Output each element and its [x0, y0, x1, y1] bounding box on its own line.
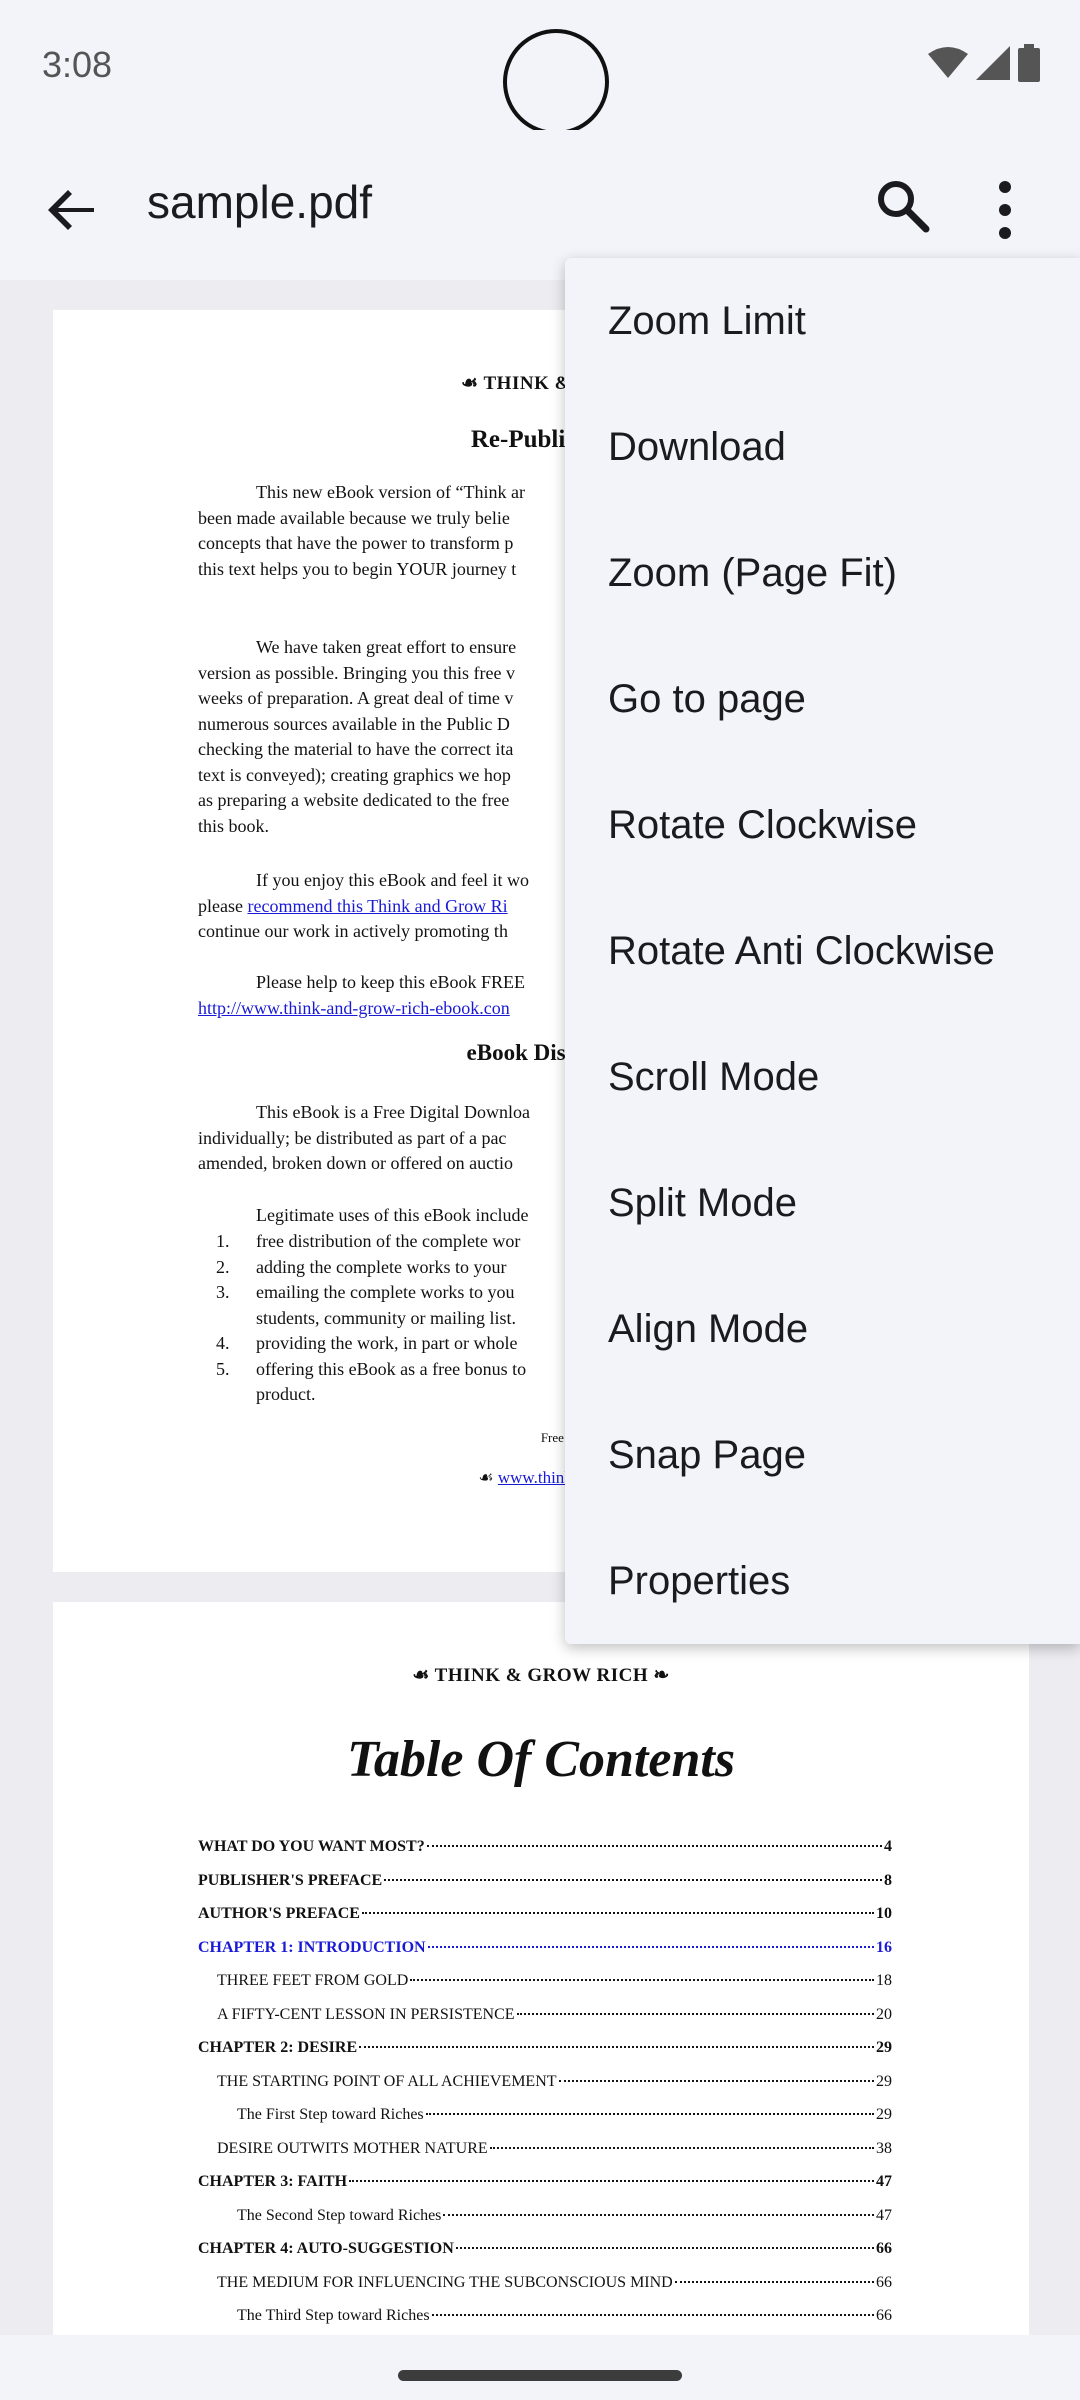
toc-leader	[359, 2046, 874, 2048]
toc-page-number: 29	[876, 2039, 892, 2056]
toc-page-number: 66	[876, 2273, 892, 2291]
ornament-icon: ❧	[648, 1665, 670, 1686]
status-bar: 3:08	[0, 0, 1080, 135]
signal-icon	[976, 46, 1010, 80]
toc-label: AUTHOR'S PREFACE	[198, 1905, 360, 1922]
search-icon[interactable]	[872, 175, 932, 235]
toc-row[interactable]: PUBLISHER'S PREFACE 8	[198, 1872, 892, 1906]
menu-item-download[interactable]: Download	[565, 384, 1080, 510]
toc-row[interactable]: THE STARTING POINT OF ALL ACHIEVEMENT 29	[198, 2073, 892, 2107]
toc-leader	[489, 2146, 874, 2149]
toc-leader	[443, 2213, 874, 2216]
table-of-contents: WHAT DO YOU WANT MOST? 4 PUBLISHER'S PREFA…	[198, 1838, 892, 2335]
toc-label: WHAT DO YOU WANT MOST?	[198, 1838, 425, 1855]
toc-row[interactable]: The Third Step toward Riches 66	[198, 2307, 892, 2335]
navigation-bar	[0, 2335, 1080, 2400]
menu-item-align-mode[interactable]: Align Mode	[565, 1266, 1080, 1392]
toc-row[interactable]: CHAPTER 1: INTRODUCTION 16	[198, 1939, 892, 1973]
menu-item-rotate-anti-clockwise[interactable]: Rotate Anti Clockwise	[565, 888, 1080, 1014]
menu-item-go-to-page[interactable]: Go to page	[565, 636, 1080, 762]
camera-cutout	[503, 29, 609, 135]
overflow-menu: Zoom Limit Download Zoom (Page Fit) Go to p…	[565, 258, 1080, 1644]
toc-page-number: 47	[876, 2206, 892, 2224]
menu-item-rotate-clockwise[interactable]: Rotate Clockwise	[565, 762, 1080, 888]
text-line: please	[198, 895, 248, 916]
toc-row[interactable]: The Second Step toward Riches 47	[198, 2207, 892, 2241]
recommend-link[interactable]: recommend this Think and Grow Ri	[247, 896, 507, 916]
ornament-icon: ☙	[461, 373, 484, 394]
wifi-icon	[928, 47, 968, 78]
toc-page-number: 10	[876, 1905, 892, 1922]
toc-row[interactable]: AUTHOR'S PREFACE 10	[198, 1905, 892, 1939]
more-options-icon[interactable]	[980, 175, 1030, 245]
toc-label: The Second Step toward Riches	[237, 2206, 442, 2224]
toc-page-number: 66	[876, 2240, 892, 2257]
toc-row[interactable]: WHAT DO YOU WANT MOST? 4	[198, 1838, 892, 1872]
toc-label: CHAPTER 3: FAITH	[198, 2173, 348, 2190]
toc-leader	[516, 2012, 874, 2015]
toc-page-number: 38	[876, 2139, 892, 2157]
toc-label: THREE FEET FROM GOLD	[217, 1972, 409, 1989]
toc-row[interactable]: CHAPTER 2: DESIRE 29	[198, 2039, 892, 2073]
toc-leader	[558, 2079, 874, 2082]
pdf-page: ☙ THINK & GROW RICH ❧ Table Of Contents …	[53, 1602, 1029, 2335]
menu-item-zoom-page-fit[interactable]: Zoom (Page Fit)	[565, 510, 1080, 636]
toc-row[interactable]: THREE FEET FROM GOLD 18	[198, 1972, 892, 2006]
toc-label: THE STARTING POINT OF ALL ACHIEVEMENT	[217, 2072, 557, 2090]
toc-label: The First Step toward Riches	[237, 2106, 424, 2123]
toc-page-number: 20	[876, 2005, 892, 2023]
menu-item-split-mode[interactable]: Split Mode	[565, 1140, 1080, 1266]
back-arrow-icon[interactable]	[42, 180, 102, 240]
toc-leader	[425, 2113, 874, 2115]
toc-page-number: 66	[876, 2307, 892, 2324]
toc-label: A FIFTY-CENT LESSON IN PERSISTENCE	[217, 2005, 515, 2023]
page-header-text: THINK & GROW RICH	[434, 1665, 649, 1686]
toc-page-number: 29	[876, 2106, 892, 2123]
ornament-icon: ☙	[412, 1665, 435, 1686]
toc-label: DESIRE OUTWITS MOTHER NATURE	[217, 2139, 488, 2157]
toc-page-number: 4	[884, 1838, 892, 1855]
menu-item-snap-page[interactable]: Snap Page	[565, 1392, 1080, 1518]
toc-label: CHAPTER 4: AUTO-SUGGESTION	[198, 2240, 454, 2257]
document-title: sample.pdf	[147, 176, 373, 228]
toc-leader	[674, 2280, 874, 2283]
toc-row[interactable]: THE MEDIUM FOR INFLUENCING THE SUBCONSCI…	[198, 2274, 892, 2308]
toc-leader	[410, 1979, 874, 1981]
toc-leader	[361, 1912, 874, 1914]
toc-label: CHAPTER 2: DESIRE	[198, 2039, 358, 2056]
toc-title: Table Of Contents	[346, 1731, 736, 1788]
toc-label: THE MEDIUM FOR INFLUENCING THE SUBCONSCI…	[217, 2273, 673, 2291]
toc-row[interactable]: DESIRE OUTWITS MOTHER NATURE 38	[198, 2140, 892, 2174]
menu-item-scroll-mode[interactable]: Scroll Mode	[565, 1014, 1080, 1140]
toc-leader	[427, 1945, 874, 1948]
toc-page-number: 8	[884, 1871, 892, 1889]
page-header: ☙ THINK & GROW RICH ❧	[53, 1664, 1029, 1687]
toc-row[interactable]: CHAPTER 3: FAITH 47	[198, 2173, 892, 2207]
toc-page-number: 18	[876, 1972, 892, 1989]
toc-leader	[384, 1878, 882, 1881]
battery-icon	[1018, 44, 1040, 82]
status-icons	[928, 44, 1040, 82]
menu-item-zoom-limit[interactable]: Zoom Limit	[565, 258, 1080, 384]
toc-page-number: 29	[876, 2072, 892, 2090]
ornament-icon: ☙	[478, 1468, 498, 1487]
toc-leader	[455, 2247, 874, 2249]
home-handle[interactable]	[398, 2370, 682, 2381]
toc-label: PUBLISHER'S PREFACE	[198, 1871, 383, 1889]
status-time: 3:08	[42, 44, 113, 85]
toc-page-number: 16	[876, 1938, 892, 1956]
toc-row[interactable]: The First Step toward Riches 29	[198, 2106, 892, 2140]
toc-label: CHAPTER 1: INTRODUCTION	[198, 1938, 426, 1956]
toc-row[interactable]: A FIFTY-CENT LESSON IN PERSISTENCE 20	[198, 2006, 892, 2040]
toc-row[interactable]: CHAPTER 4: AUTO-SUGGESTION 66	[198, 2240, 892, 2274]
menu-item-properties[interactable]: Properties	[565, 1518, 1080, 1644]
toc-page-number: 47	[876, 2173, 892, 2190]
toc-leader	[431, 2314, 874, 2316]
toc-leader	[426, 1845, 882, 1847]
toc-label: The Third Step toward Riches	[237, 2307, 430, 2324]
toc-leader	[349, 2180, 874, 2182]
